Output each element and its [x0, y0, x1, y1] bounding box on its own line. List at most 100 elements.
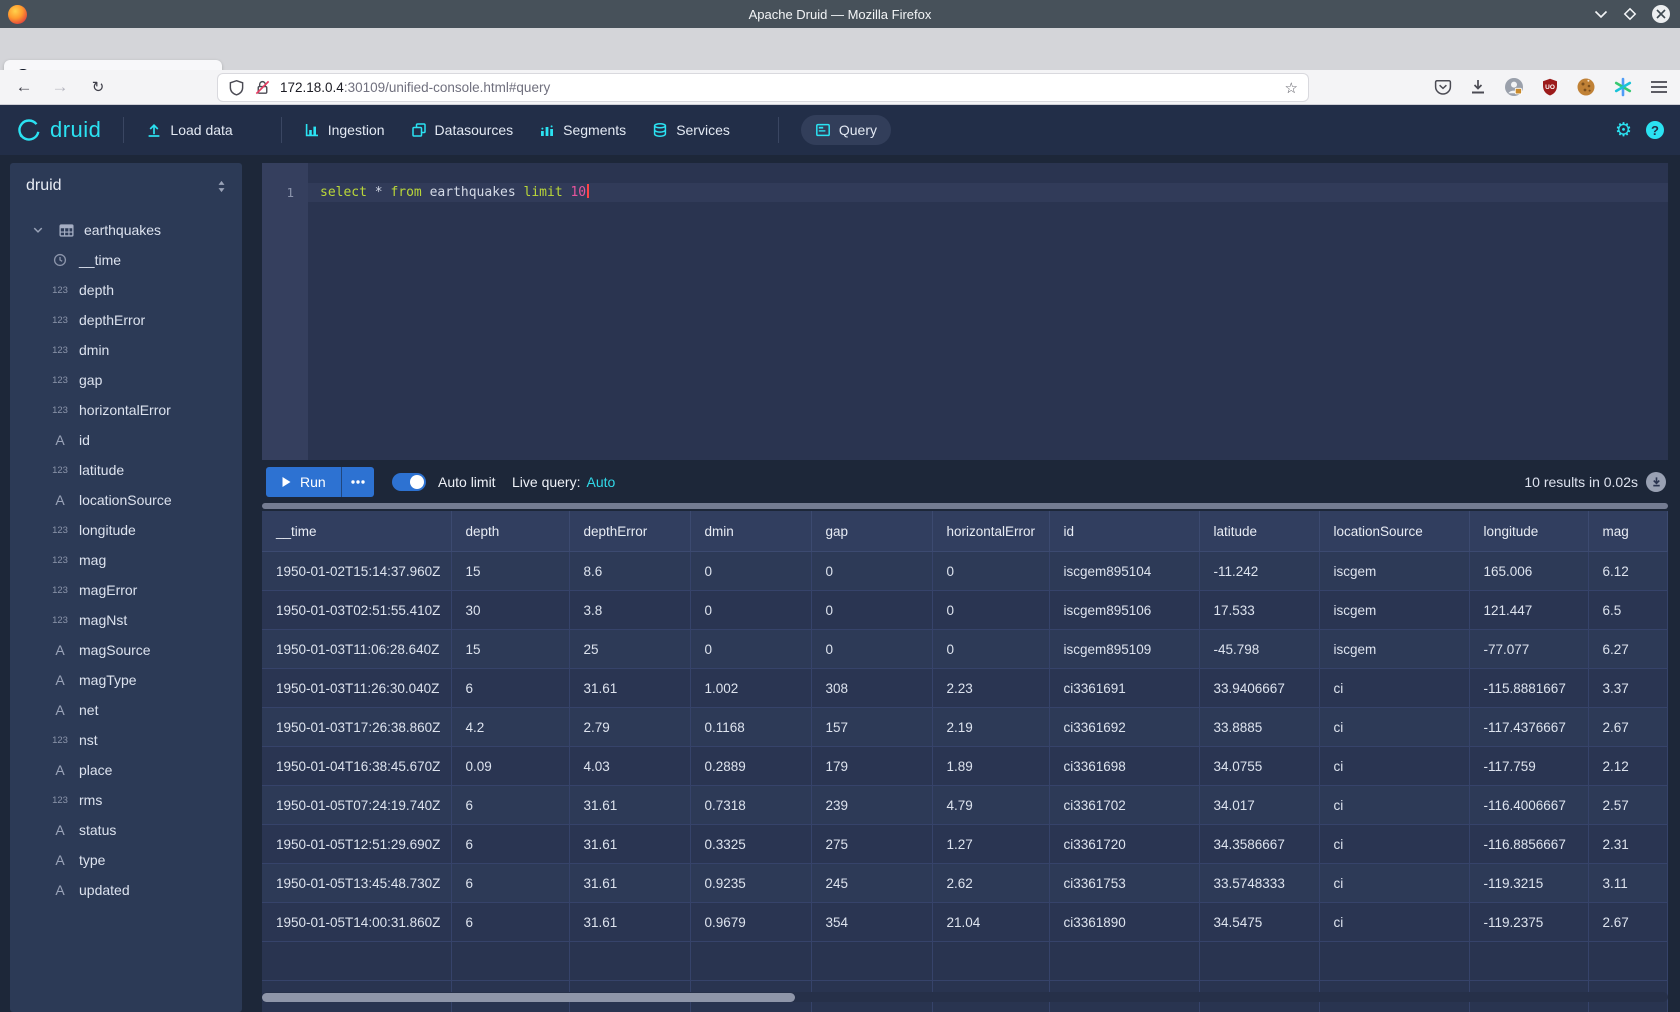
column-header-depth[interactable]: depth: [451, 511, 569, 552]
table-cell[interactable]: 4.79: [932, 786, 1049, 825]
table-cell[interactable]: 2.67: [1588, 903, 1667, 942]
table-cell[interactable]: 2.19: [932, 708, 1049, 747]
table-cell[interactable]: ci: [1319, 825, 1469, 864]
table-cell[interactable]: 34.017: [1199, 786, 1319, 825]
table-cell[interactable]: ci3361691: [1049, 669, 1199, 708]
table-cell[interactable]: 6: [451, 786, 569, 825]
table-cell[interactable]: 1950-01-05T13:45:48.730Z: [262, 864, 451, 903]
nav-item-ingestion[interactable]: Ingestion: [304, 122, 385, 138]
sidebar-column-status[interactable]: Astatus: [10, 815, 242, 845]
app-menu-icon[interactable]: [1650, 80, 1668, 94]
table-cell[interactable]: -119.3215: [1469, 864, 1588, 903]
table-cell[interactable]: 34.5475: [1199, 903, 1319, 942]
sidebar-column-__time[interactable]: __time: [10, 245, 242, 275]
sidebar-column-nst[interactable]: 123nst: [10, 725, 242, 755]
table-cell[interactable]: ci3361702: [1049, 786, 1199, 825]
table-cell[interactable]: 0: [932, 630, 1049, 669]
table-cell[interactable]: -45.798: [1199, 630, 1319, 669]
table-cell[interactable]: 2.57: [1588, 786, 1667, 825]
table-cell[interactable]: -117.4376667: [1469, 708, 1588, 747]
table-cell[interactable]: ci: [1319, 903, 1469, 942]
table-cell[interactable]: 0.2889: [690, 747, 811, 786]
table-cell[interactable]: ci3361753: [1049, 864, 1199, 903]
nav-item-services[interactable]: Services: [652, 122, 730, 138]
column-header-locationSource[interactable]: locationSource: [1319, 511, 1469, 552]
column-header-mag[interactable]: mag: [1588, 511, 1667, 552]
table-cell[interactable]: 31.61: [569, 825, 690, 864]
table-cell[interactable]: ci: [1319, 786, 1469, 825]
table-cell[interactable]: 3.37: [1588, 669, 1667, 708]
table-cell[interactable]: 1950-01-03T02:51:55.410Z: [262, 591, 451, 630]
table-cell[interactable]: 0.1168: [690, 708, 811, 747]
help-icon[interactable]: ?: [1646, 121, 1664, 139]
table-cell[interactable]: 1950-01-05T07:24:19.740Z: [262, 786, 451, 825]
table-cell[interactable]: 1.002: [690, 669, 811, 708]
sidebar-column-type[interactable]: Atype: [10, 845, 242, 875]
table-cell[interactable]: 275: [811, 825, 932, 864]
table-cell[interactable]: -115.8881667: [1469, 669, 1588, 708]
table-cell[interactable]: 354: [811, 903, 932, 942]
table-cell[interactable]: 15: [451, 552, 569, 591]
sidebar-column-magError[interactable]: 123magError: [10, 575, 242, 605]
table-cell[interactable]: 34.0755: [1199, 747, 1319, 786]
account-lock-extension-icon[interactable]: [1504, 77, 1524, 97]
sidebar-table-earthquakes[interactable]: earthquakes: [10, 215, 242, 245]
table-cell[interactable]: 3.11: [1588, 864, 1667, 903]
sidebar-column-horizontalError[interactable]: 123horizontalError: [10, 395, 242, 425]
table-cell[interactable]: 308: [811, 669, 932, 708]
table-cell[interactable]: 31.61: [569, 864, 690, 903]
sql-editor[interactable]: 1 select * from earthquakes limit 10: [262, 163, 1668, 460]
table-cell[interactable]: -77.077: [1469, 630, 1588, 669]
settings-gear-icon[interactable]: ⚙: [1615, 121, 1632, 140]
table-cell[interactable]: ci3361720: [1049, 825, 1199, 864]
table-cell[interactable]: 0.9679: [690, 903, 811, 942]
table-cell[interactable]: 31.61: [569, 669, 690, 708]
nav-item-datasources[interactable]: Datasources: [411, 122, 514, 138]
table-cell[interactable]: 0.3325: [690, 825, 811, 864]
table-cell[interactable]: 33.8885: [1199, 708, 1319, 747]
table-cell[interactable]: -117.759: [1469, 747, 1588, 786]
table-cell[interactable]: 33.5748333: [1199, 864, 1319, 903]
sidebar-column-magNst[interactable]: 123magNst: [10, 605, 242, 635]
table-cell[interactable]: 1950-01-05T14:00:31.860Z: [262, 903, 451, 942]
url-bar[interactable]: 172.18.0.4:30109/unified-console.html#qu…: [218, 74, 1308, 101]
table-cell[interactable]: 2.23: [932, 669, 1049, 708]
sidebar-column-magSource[interactable]: AmagSource: [10, 635, 242, 665]
nav-item-segments[interactable]: Segments: [539, 122, 626, 138]
table-cell[interactable]: 1.27: [932, 825, 1049, 864]
column-header-latitude[interactable]: latitude: [1199, 511, 1319, 552]
table-cell[interactable]: 1.89: [932, 747, 1049, 786]
sidebar-column-id[interactable]: Aid: [10, 425, 242, 455]
table-cell[interactable]: 1950-01-04T16:38:45.670Z: [262, 747, 451, 786]
table-cell[interactable]: 21.04: [932, 903, 1049, 942]
sidebar-column-updated[interactable]: Aupdated: [10, 875, 242, 905]
table-cell[interactable]: ci3361890: [1049, 903, 1199, 942]
table-cell[interactable]: 165.006: [1469, 552, 1588, 591]
druid-logo[interactable]: druid: [16, 117, 101, 143]
table-cell[interactable]: 0: [811, 630, 932, 669]
bookmark-star-icon[interactable]: ☆: [1285, 79, 1298, 97]
sidebar-column-latitude[interactable]: 123latitude: [10, 455, 242, 485]
table-cell[interactable]: 2.79: [569, 708, 690, 747]
table-cell[interactable]: 6.5: [1588, 591, 1667, 630]
table-cell[interactable]: iscgem: [1319, 552, 1469, 591]
table-cell[interactable]: 179: [811, 747, 932, 786]
table-cell[interactable]: ci: [1319, 864, 1469, 903]
table-cell[interactable]: 0: [690, 591, 811, 630]
table-cell[interactable]: 0: [811, 591, 932, 630]
table-cell[interactable]: 2.62: [932, 864, 1049, 903]
url-text[interactable]: 172.18.0.4:30109/unified-console.html#qu…: [280, 80, 550, 95]
table-cell[interactable]: 0: [932, 591, 1049, 630]
sidebar-column-depth[interactable]: 123depth: [10, 275, 242, 305]
table-cell[interactable]: 3.8: [569, 591, 690, 630]
table-cell[interactable]: ci: [1319, 747, 1469, 786]
insecure-lock-icon[interactable]: [254, 79, 271, 96]
run-button[interactable]: Run: [266, 467, 341, 497]
window-minimize-icon[interactable]: [1594, 10, 1608, 19]
window-close-icon[interactable]: [1652, 5, 1670, 23]
sidebar-column-depthError[interactable]: 123depthError: [10, 305, 242, 335]
sidebar-column-magType[interactable]: AmagType: [10, 665, 242, 695]
asterisk-extension-icon[interactable]: [1613, 77, 1633, 97]
table-cell[interactable]: 157: [811, 708, 932, 747]
auto-limit-toggle[interactable]: [392, 473, 426, 491]
